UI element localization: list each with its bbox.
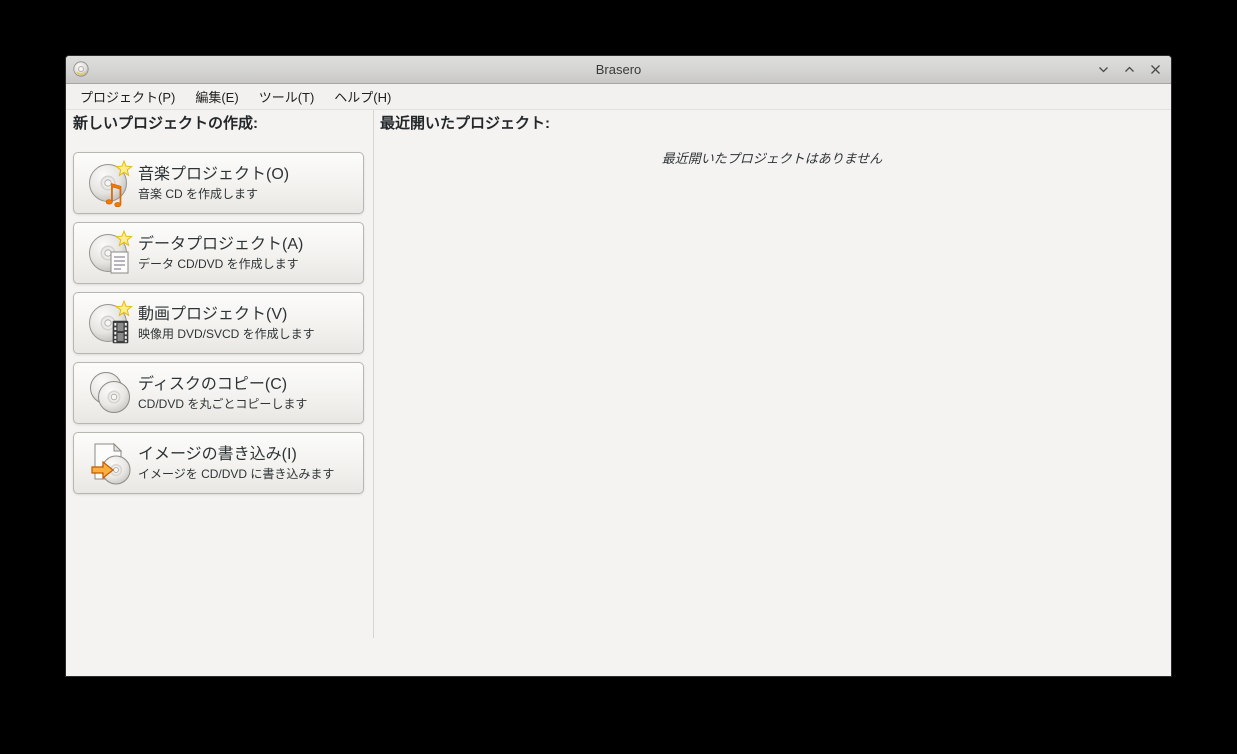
main-content: 新しいプロジェクトの作成: ♫ 音楽プロジェクト(O) 音楽 CD を作成します…	[66, 110, 1171, 676]
titlebar[interactable]: Brasero	[66, 56, 1171, 84]
disc-copy-icon	[87, 369, 135, 417]
audio-project-icon: ♫	[87, 159, 135, 211]
no-recent-projects-message: 最近開いたプロジェクトはありません	[661, 151, 883, 166]
desktop: Brasero プロジェクト(P) 編集(E) ツール(T) ヘルプ(H) 新し…	[0, 0, 1237, 754]
menu-project[interactable]: プロジェクト(P)	[70, 84, 185, 109]
data-project-button[interactable]: データプロジェクト(A) データ CD/DVD を作成します	[73, 222, 364, 284]
data-project-icon	[87, 229, 135, 277]
project-subtitle: 音楽 CD を作成します	[138, 186, 259, 201]
burn-image-icon	[87, 439, 135, 487]
new-project-panel: 新しいプロジェクトの作成: ♫ 音楽プロジェクト(O) 音楽 CD を作成します…	[66, 110, 373, 676]
menu-edit[interactable]: 編集(E)	[185, 84, 248, 109]
project-title: データプロジェクト(A)	[138, 235, 304, 253]
burn-image-button[interactable]: イメージの書き込み(I) イメージを CD/DVD に書き込みます	[73, 432, 364, 494]
maximize-icon[interactable]	[1122, 63, 1136, 77]
menubar: プロジェクト(P) 編集(E) ツール(T) ヘルプ(H)	[66, 84, 1171, 110]
audio-project-button[interactable]: ♫ 音楽プロジェクト(O) 音楽 CD を作成します	[73, 152, 364, 214]
project-title: ディスクのコピー(C)	[138, 375, 288, 393]
recent-projects-heading: 最近開いたプロジェクト:	[380, 115, 550, 132]
menu-tools[interactable]: ツール(T)	[249, 84, 325, 109]
window-controls	[1096, 56, 1162, 83]
recent-projects-panel: 最近開いたプロジェクト: 最近開いたプロジェクトはありません	[373, 110, 1171, 676]
menu-help[interactable]: ヘルプ(H)	[324, 84, 401, 109]
video-project-button[interactable]: 動画プロジェクト(V) 映像用 DVD/SVCD を作成します	[73, 292, 364, 354]
new-project-heading: 新しいプロジェクトの作成:	[73, 115, 258, 132]
project-title: 動画プロジェクト(V)	[138, 305, 288, 323]
disc-copy-button[interactable]: ディスクのコピー(C) CD/DVD を丸ごとコピーします	[73, 362, 364, 424]
brasero-window: Brasero プロジェクト(P) 編集(E) ツール(T) ヘルプ(H) 新し…	[65, 55, 1172, 677]
brasero-app-icon	[73, 61, 89, 77]
close-icon[interactable]	[1148, 63, 1162, 77]
project-title: イメージの書き込み(I)	[138, 445, 297, 463]
project-subtitle: データ CD/DVD を作成します	[138, 256, 299, 271]
project-subtitle: 映像用 DVD/SVCD を作成します	[138, 326, 315, 341]
minimize-icon[interactable]	[1096, 63, 1110, 77]
project-subtitle: イメージを CD/DVD に書き込みます	[138, 466, 335, 481]
window-title: Brasero	[595, 62, 642, 77]
panel-separator	[373, 110, 374, 638]
video-project-icon	[87, 299, 135, 347]
project-subtitle: CD/DVD を丸ごとコピーします	[138, 396, 308, 411]
project-title: 音楽プロジェクト(O)	[138, 165, 290, 183]
svg-text:♫: ♫	[101, 178, 126, 207]
